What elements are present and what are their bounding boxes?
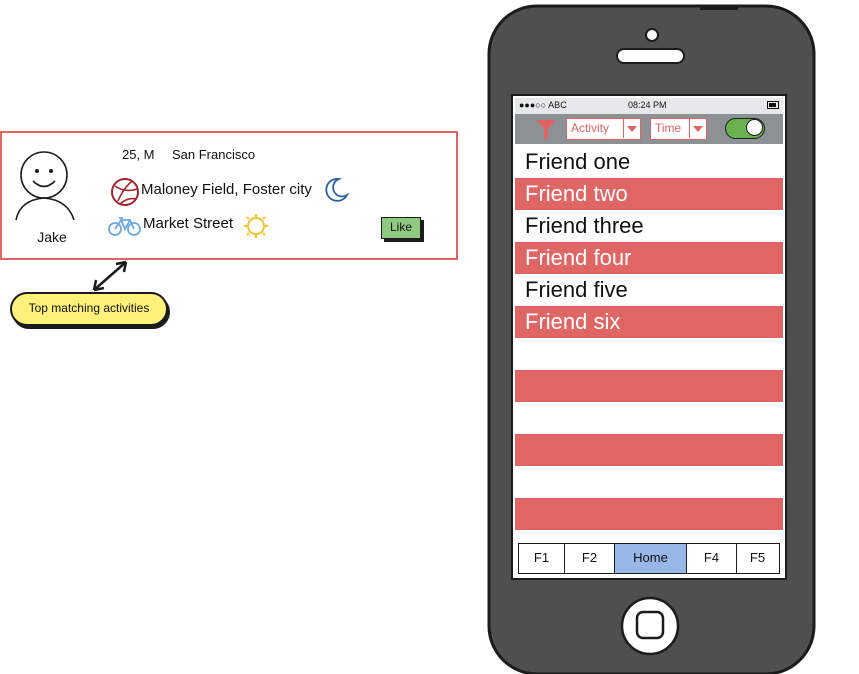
filter-toolbar: Activity Time [515, 114, 783, 144]
sun-icon [244, 214, 268, 238]
list-item-empty [515, 402, 783, 434]
status-bar: ●●●○○ ABC 08:24 PM [515, 98, 783, 114]
filter-toggle[interactable] [725, 118, 765, 139]
status-time: 08:24 PM [628, 100, 667, 110]
tab-f5[interactable]: F5 [737, 544, 778, 573]
chevron-down-icon[interactable] [689, 119, 706, 138]
profile-card: Jake 25, M San Francisco Maloney Field, … [0, 131, 458, 260]
list-item[interactable]: Friend one [515, 146, 783, 178]
list-item-empty [515, 370, 783, 402]
camera-icon [645, 28, 659, 42]
list-item[interactable]: Friend four [515, 242, 783, 274]
tab-f4[interactable]: F4 [687, 544, 737, 573]
list-item-empty [515, 338, 783, 370]
carrier-signal: ●●●○○ ABC [519, 100, 567, 110]
time-dropdown-label: Time [655, 121, 682, 135]
activity-dropdown-label: Activity [571, 121, 610, 135]
list-item[interactable]: Friend two [515, 178, 783, 210]
activity-label: Market Street [143, 215, 234, 232]
activity-label: Maloney Field, Foster city [141, 181, 312, 198]
basketball-icon [111, 178, 139, 206]
callout-note: Top matching activities [10, 292, 168, 326]
double-arrow-icon [92, 260, 128, 292]
profile-age-gender: 25, M [122, 147, 155, 162]
list-item[interactable]: Friend six [515, 306, 783, 338]
battery-icon [767, 101, 779, 109]
moon-icon [325, 178, 350, 202]
phone-screen: ●●●○○ ABC 08:24 PM Activity Time Friend … [515, 98, 783, 576]
list-item-empty [515, 498, 783, 530]
list-item[interactable]: Friend three [515, 210, 783, 242]
tab-f2[interactable]: F2 [565, 544, 615, 573]
profile-name: Jake [37, 229, 67, 245]
time-dropdown[interactable]: Time [650, 118, 707, 140]
profile-city: San Francisco [172, 147, 256, 162]
filter-funnel-icon[interactable] [535, 118, 557, 140]
list-item[interactable]: Friend five [515, 274, 783, 306]
tab-home[interactable]: Home [615, 544, 687, 573]
bicycle-icon [108, 217, 141, 236]
activity-dropdown[interactable]: Activity [566, 118, 641, 140]
list-item-empty [515, 434, 783, 466]
friends-list: Friend one Friend two Friend three Frien… [515, 146, 783, 530]
tab-bar: F1 F2 Home F4 F5 [518, 543, 780, 574]
speaker-grille [616, 48, 685, 64]
chevron-down-icon[interactable] [623, 119, 640, 138]
list-item-empty [515, 466, 783, 498]
like-button[interactable]: Like [381, 217, 421, 239]
tab-f1[interactable]: F1 [519, 544, 565, 573]
